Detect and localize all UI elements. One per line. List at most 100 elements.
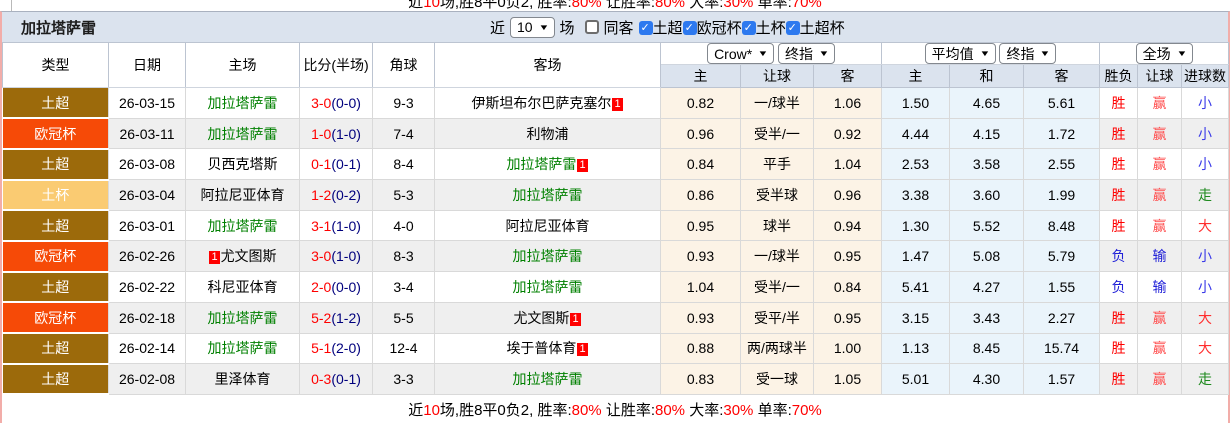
corner-score: 7-4 [372,117,435,150]
clipped-summary-line: 近10场,胜8平0负2, 胜率:80% 让胜率:80% 大率:30% 单率:70… [0,0,1230,11]
result-winlose: 胜 [1099,117,1139,150]
odds-away: 1.05 [813,363,882,395]
odds-final-select[interactable]: 终指 ▼ [778,43,835,64]
home-cell: 贝西克塔斯 [185,148,300,181]
home-cell: 阿拉尼亚体育 [185,179,300,211]
avg-draw: 8.45 [949,332,1024,365]
summary-segment: 大率: [685,0,724,11]
away-cell: 伊斯坦布尔巴萨克塞尔 1 [434,87,661,119]
summary-segment: 让胜率: [601,0,655,11]
near-label: 近 [490,19,506,37]
sub-header-handicap-result: 让球 [1137,64,1183,88]
away-team-name[interactable]: 埃于普体育 [506,340,576,356]
away-team-name[interactable]: 加拉塔萨雷 [506,156,576,172]
scope-value: 全场 [1142,45,1171,62]
avg-home: 5.01 [881,363,950,395]
match-type-badge: 欧冠杯 [2,118,109,150]
away-team-name[interactable]: 加拉塔萨雷 [513,187,583,203]
home-team-name[interactable]: 加拉塔萨雷 [208,126,278,142]
result-handicap: 赢 [1137,301,1183,334]
average-final-select[interactable]: 终指 ▼ [999,43,1057,64]
avg-draw: 4.30 [949,363,1024,395]
away-team-name[interactable]: 加拉塔萨雷 [513,279,583,295]
league-checkbox-欧冠杯[interactable] [682,20,697,35]
avg-home: 2.53 [881,148,950,181]
result-winlose: 负 [1099,271,1139,303]
home-team-name[interactable]: 科尼亚体育 [208,279,278,295]
odds-source-select[interactable]: Crow* ▼ [707,43,775,64]
avg-away: 2.27 [1022,301,1101,334]
rank-badge: 1 [577,343,588,357]
summary-segment: 让胜率: [601,401,655,419]
home-cell: 加拉塔萨雷 [185,87,300,119]
away-team-name[interactable]: 阿拉尼亚体育 [506,218,590,234]
table-row: 欧冠杯 26-02-26 1 尤文图斯 3-0(1-0) 8-3 加拉塔萨雷 0.93 一/球半… [2,240,1230,273]
corner-score: 5-5 [372,301,435,334]
home-team-name[interactable]: 加拉塔萨雷 [208,218,278,234]
league-checkbox-土杯[interactable] [741,20,756,35]
league-checkbox-土超[interactable] [638,20,653,35]
result-handicap: 输 [1137,271,1183,303]
scope-select[interactable]: 全场 ▼ [1135,43,1193,64]
fulltime-score: 5-1 [311,340,332,357]
away-cell: 加拉塔萨雷 [434,240,661,273]
match-type-badge: 土超 [2,87,109,120]
home-team-name[interactable]: 阿拉尼亚体育 [201,187,285,203]
odds-home: 0.88 [660,332,741,365]
league-checkboxes: 土超欧冠杯土杯土超杯 [638,17,845,38]
odds-home: 1.04 [660,271,741,303]
away-team-name[interactable]: 伊斯坦布尔巴萨克塞尔 [471,95,611,111]
home-team-name[interactable]: 加拉塔萨雷 [208,340,278,356]
average-select[interactable]: 平均值 ▼ [924,43,996,64]
home-team-name[interactable]: 尤文图斯 [221,248,277,264]
odds-away: 0.96 [813,179,882,211]
fulltime-score: 5-2 [311,309,332,326]
fulltime-score: 0-1 [311,156,332,173]
avg-away: 1.72 [1022,117,1101,150]
match-type-badge: 欧冠杯 [2,302,109,334]
home-cell: 里泽体育 [185,363,300,395]
odds-home: 0.93 [660,240,741,273]
away-team-name[interactable]: 尤文图斯 [513,310,569,326]
summary-segment: 80% [571,0,602,11]
halftime-score: (1-0) [331,217,361,234]
result-goals: 小 [1181,240,1230,273]
home-team-name[interactable]: 加拉塔萨雷 [208,95,278,111]
away-team-name[interactable]: 加拉塔萨雷 [513,371,583,387]
home-cell: 加拉塔萨雷 [185,332,300,365]
col-header-date: 日期 [108,42,186,88]
odds-handicap: 受半/一 [740,271,814,303]
table-row: 土超 26-02-22 科尼亚体育 2-0(0-0) 3-4 加拉塔萨雷 1.04 受半/一 0… [2,271,1230,304]
sub-header-avg-draw: 和 [949,64,1024,88]
same-away-label: 同客 [603,19,634,37]
odds-home: 0.83 [660,363,741,395]
result-handicap: 赢 [1137,179,1183,211]
summary-segment: 场,胜8平0负2, 胜率: [439,401,572,419]
avg-home: 1.50 [881,87,950,119]
home-team-name[interactable]: 贝西克塔斯 [208,156,278,172]
summary-segment: 近 [408,401,424,419]
avg-away: 8.48 [1022,209,1101,242]
fulltime-score: 3-0 [311,248,332,265]
result-goals: 大 [1181,209,1230,242]
result-winlose: 胜 [1099,301,1139,334]
col-header-type: 类型 [2,42,109,88]
corner-score: 9-3 [372,87,435,119]
avg-away: 15.74 [1022,332,1101,365]
match-count-select[interactable]: 10 ▼ [510,16,555,38]
league-checkbox-土超杯[interactable] [785,20,800,35]
home-team-name[interactable]: 里泽体育 [215,371,271,387]
odds-handicap: 平手 [740,148,814,181]
table-row: 土超 26-02-14 加拉塔萨雷 5-1(2-0) 12-4 埃于普体育 1 0.88 两/两… [2,332,1230,365]
halftime-score: (0-0) [331,278,361,295]
same-away-checkbox[interactable] [584,20,599,34]
home-team-name[interactable]: 加拉塔萨雷 [208,310,278,326]
league-checkbox-label: 土超 [652,19,683,37]
away-team-name[interactable]: 利物浦 [527,126,569,142]
average-final-value: 终指 [1006,45,1035,62]
match-date: 26-03-01 [108,209,186,242]
away-team-name[interactable]: 加拉塔萨雷 [513,248,583,264]
odds-handicap: 一/球半 [740,240,814,273]
table-row: 欧冠杯 26-02-18 加拉塔萨雷 5-2(1-2) 5-5 尤文图斯 1 0.93 受平/半… [2,301,1230,334]
result-goals: 小 [1181,148,1230,181]
